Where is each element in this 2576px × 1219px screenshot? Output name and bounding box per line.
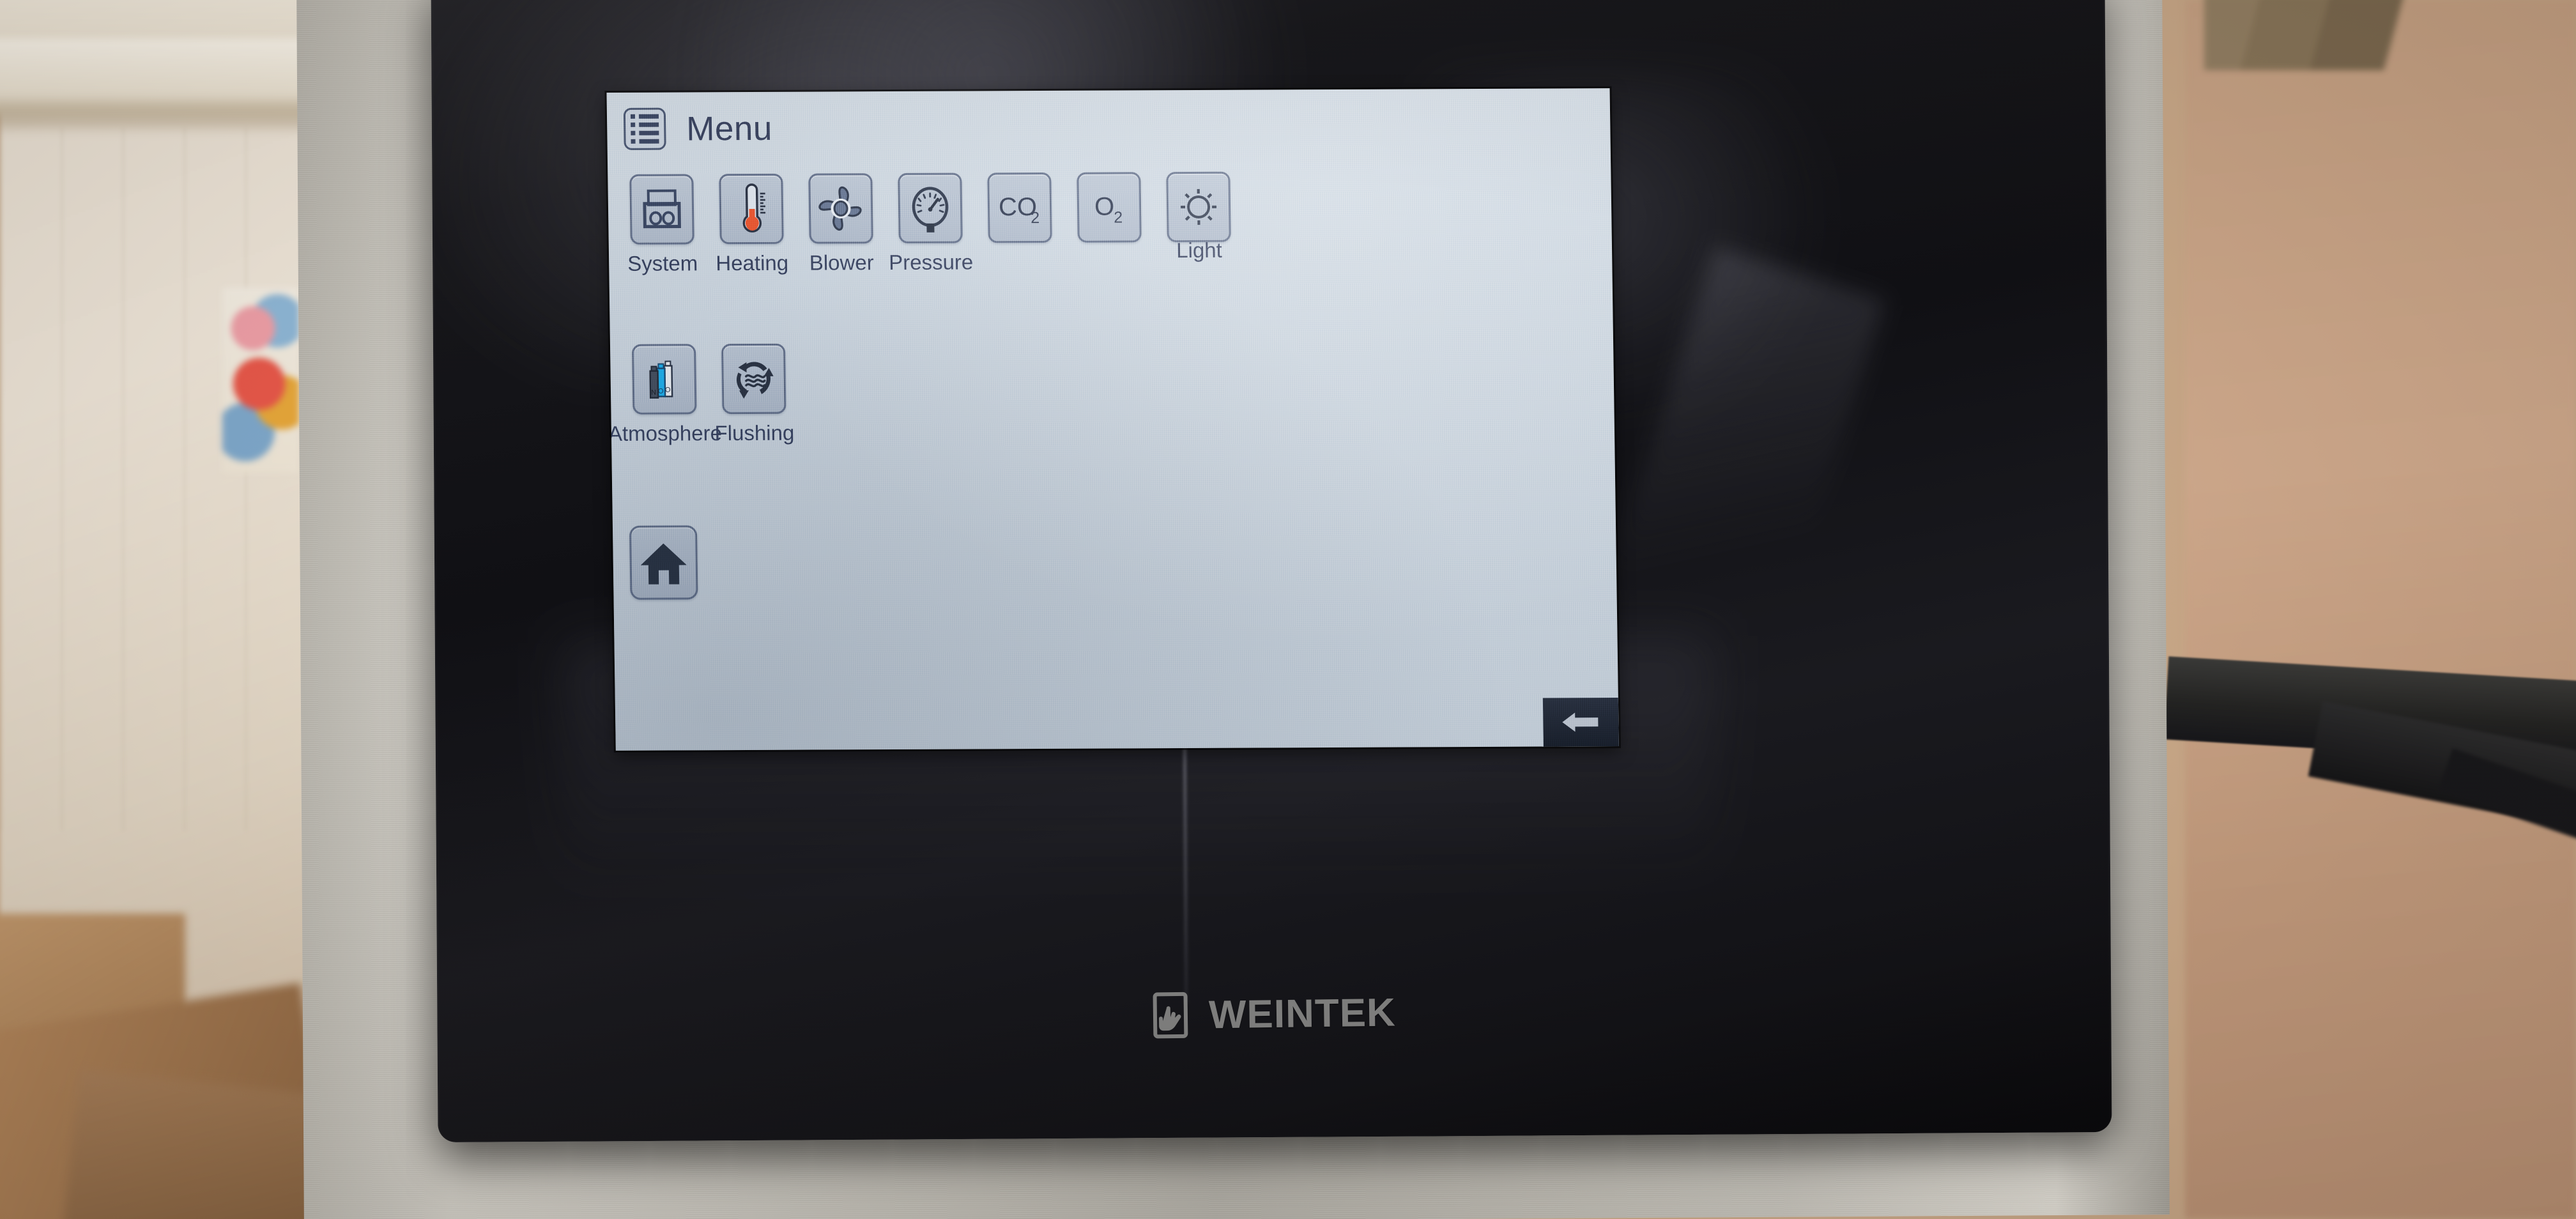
menu-item-system[interactable]: System <box>624 174 700 275</box>
screen-header: Menu <box>623 107 773 150</box>
fan-blower-icon <box>818 186 862 231</box>
back-arrow-icon <box>1562 712 1598 732</box>
hmi-touchscreen[interactable]: Menu System Heating Blower Pressure CO 2… <box>606 88 1619 751</box>
flush-cycle-icon <box>737 362 774 399</box>
menu-item-blower[interactable]: Blower <box>803 173 878 275</box>
menu-item-o2[interactable]: O 2 O2 <box>1071 172 1147 272</box>
background-poster <box>222 288 299 473</box>
svg-text:N: N <box>651 389 656 397</box>
co2-button[interactable]: CO 2 <box>987 172 1052 243</box>
o2-subscript-text: 2 <box>1114 208 1123 226</box>
pressure-button[interactable] <box>898 172 963 243</box>
brand-name: WEINTEK <box>1208 990 1397 1037</box>
svg-text:O: O <box>665 387 671 394</box>
flushing-button[interactable] <box>721 343 786 415</box>
heating-button[interactable] <box>719 173 784 245</box>
atmosphere-button[interactable]: O O N <box>631 344 697 415</box>
touch-panel-hand-icon <box>1153 992 1188 1039</box>
o2-main-text: O <box>1094 193 1115 221</box>
system-button[interactable] <box>629 174 694 245</box>
co2-text-icon: CO 2 <box>999 193 1040 227</box>
background-wall-right <box>2185 0 2576 1219</box>
blower-button[interactable] <box>808 173 873 244</box>
page-title: Menu <box>686 109 773 148</box>
menu-item-pressure[interactable]: Pressure <box>889 172 974 274</box>
light-button[interactable] <box>1166 171 1231 243</box>
menu-label: Blower <box>809 250 874 275</box>
menu-row-1: System Heating Blower Pressure CO 2 O 2 … <box>624 171 1236 275</box>
menu-label: Heating <box>716 250 789 275</box>
menu-row-2: O O N Atmosphere Flushing <box>608 343 795 445</box>
o2-text-icon: O 2 <box>1094 193 1123 227</box>
hmi-panel-bezel: Menu System Heating Blower Pressure CO 2… <box>431 0 2112 1142</box>
menu-item-heating[interactable]: Heating <box>714 173 789 275</box>
menu-label: Flushing <box>714 420 795 445</box>
o2-button[interactable]: O 2 <box>1077 172 1142 243</box>
menu-item-flushing[interactable]: Flushing <box>714 343 795 445</box>
cylinder-n2: N <box>649 365 659 399</box>
menu-item-co2[interactable]: CO 2 CO2 <box>982 172 1057 272</box>
menu-item-light[interactable]: Light <box>1161 171 1236 272</box>
brand-logo: WEINTEK <box>1152 988 1396 1039</box>
thermometer-icon <box>742 183 766 233</box>
sun-light-icon <box>1181 188 1217 225</box>
list-menu-icon[interactable] <box>623 107 666 150</box>
menu-item-atmosphere[interactable]: O O N Atmosphere <box>608 344 722 445</box>
svg-text:O: O <box>658 388 664 395</box>
menu-label: Light <box>1176 238 1223 263</box>
back-button[interactable] <box>1542 698 1619 747</box>
gas-cylinders-icon: O O N <box>649 360 673 399</box>
menu-label: Atmosphere <box>608 421 723 445</box>
chamber-oven-icon <box>643 189 681 229</box>
co2-subscript-text: 2 <box>1031 209 1039 227</box>
home-button[interactable] <box>629 525 698 600</box>
background-wall-clips <box>2204 0 2415 70</box>
menu-label: System <box>627 251 698 275</box>
home-icon <box>640 543 687 585</box>
menu-label: Pressure <box>888 250 974 275</box>
pressure-gauge-icon <box>912 187 949 233</box>
